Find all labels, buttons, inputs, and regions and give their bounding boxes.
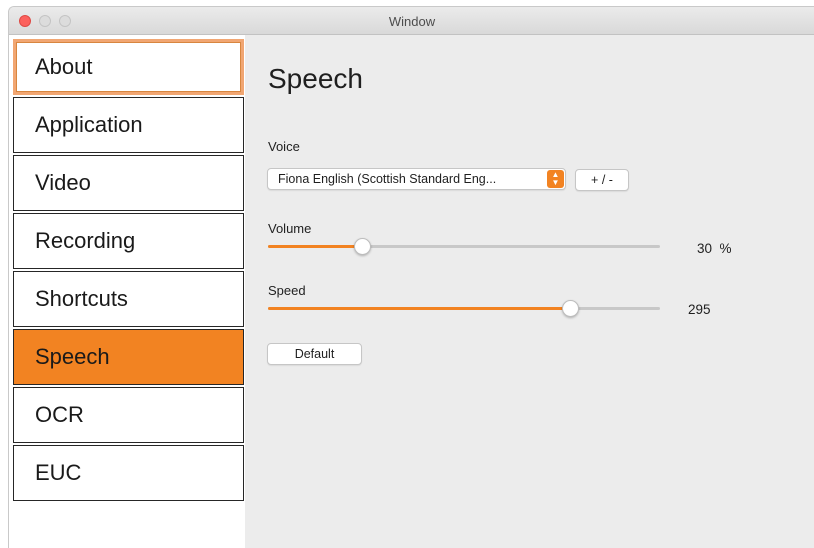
add-remove-voice-button[interactable]: + / - xyxy=(575,169,629,191)
sidebar-item-label: About xyxy=(35,54,93,79)
sidebar-item-label: Video xyxy=(35,170,91,195)
sidebar-item-ocr[interactable]: OCR xyxy=(13,387,244,443)
sidebar-item-label: Application xyxy=(35,112,143,137)
voice-select[interactable]: Fiona English (Scottish Standard Eng... … xyxy=(267,168,566,190)
voice-select-value: Fiona English (Scottish Standard Eng... xyxy=(278,172,497,186)
page-title: Speech xyxy=(268,63,363,94)
default-button[interactable]: Default xyxy=(267,343,362,365)
sidebar-item-speech[interactable]: Speech xyxy=(13,329,244,385)
sidebar-item-label: Speech xyxy=(35,344,110,369)
volume-slider[interactable] xyxy=(268,236,660,256)
volume-slider-fill xyxy=(268,245,363,248)
speed-slider-fill xyxy=(268,307,570,310)
window-title: Window xyxy=(388,14,436,29)
volume-value: 30 % xyxy=(697,241,732,256)
title-bar: Window xyxy=(9,7,814,35)
speed-slider-knob[interactable] xyxy=(561,300,579,317)
speech-settings-panel: Speech Voice Fiona English (Scottish Sta… xyxy=(245,35,814,548)
sidebar-item-label: OCR xyxy=(35,402,84,427)
sidebar-item-about[interactable]: About xyxy=(13,39,244,95)
volume-slider-knob[interactable] xyxy=(354,238,372,255)
sidebar-item-application[interactable]: Application xyxy=(13,97,244,153)
updown-chevron-icon: ▲ ▼ xyxy=(547,170,564,188)
sidebar-item-label: EUC xyxy=(35,460,82,485)
sidebar-item-recording[interactable]: Recording xyxy=(13,213,244,269)
sidebar-item-label: Recording xyxy=(35,228,136,253)
voice-label: Voice xyxy=(268,139,300,154)
speed-label: Speed xyxy=(268,283,306,298)
sidebar-item-shortcuts[interactable]: Shortcuts xyxy=(13,271,244,327)
speed-value: 295 xyxy=(688,302,711,317)
sidebar-item-label: Shortcuts xyxy=(35,286,128,311)
speed-slider[interactable] xyxy=(268,298,660,318)
sidebar: About Application Video Recording Shortc… xyxy=(9,35,245,548)
volume-label: Volume xyxy=(268,221,312,236)
sidebar-item-euc[interactable]: EUC xyxy=(13,445,244,501)
sidebar-item-video[interactable]: Video xyxy=(13,155,244,211)
app-window: Window About Application Video Recording… xyxy=(8,6,814,548)
